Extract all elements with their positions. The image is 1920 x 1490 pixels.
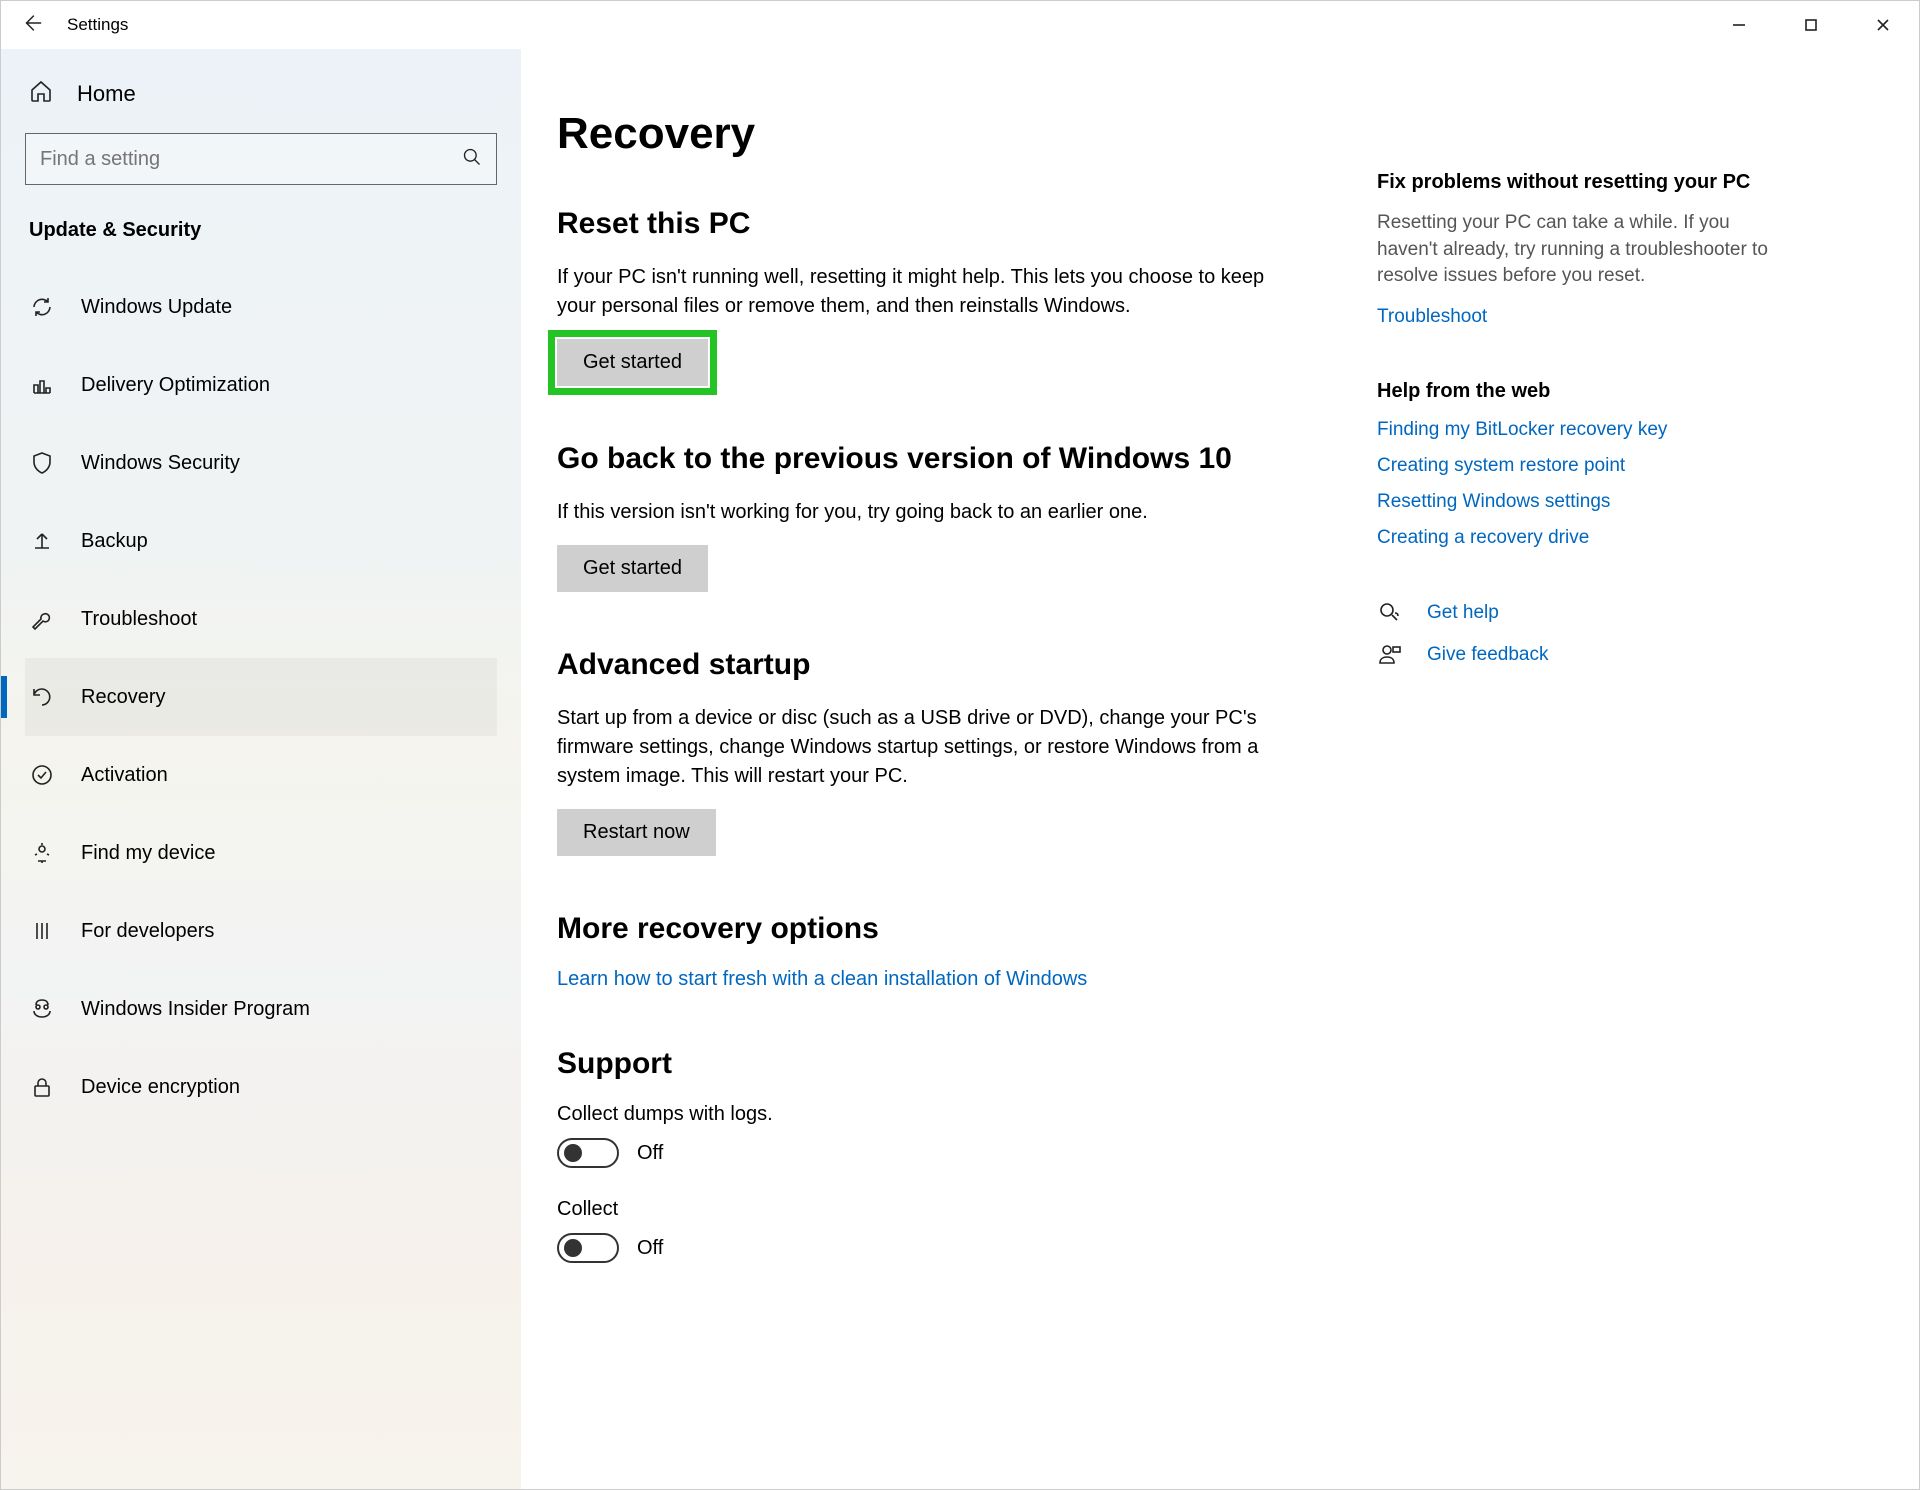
sidebar-item-label: Backup [81,530,148,553]
restart-now-button[interactable]: Restart now [557,809,716,856]
titlebar: Settings [1,1,1919,49]
sidebar-item-backup[interactable]: Backup [25,502,497,580]
aside: Fix problems without resetting your PC R… [1377,109,1777,1489]
more-link[interactable]: Learn how to start fresh with a clean in… [557,968,1087,991]
lock-icon [29,1075,55,1099]
help-icon [1377,601,1403,625]
sidebar-home[interactable]: Home [25,79,497,109]
fix-description: Resetting your PC can take a while. If y… [1377,210,1777,290]
sidebar-item-troubleshoot[interactable]: Troubleshoot [25,580,497,658]
back-icon[interactable] [21,12,43,38]
window-title: Settings [67,15,128,35]
dumps-toggle[interactable] [557,1138,619,1168]
sidebar-item-label: Windows Update [81,296,232,319]
goback-description: If this version isn't working for you, t… [557,498,1277,527]
sidebar-item-for-developers[interactable]: For developers [25,892,497,970]
sidebar-item-label: For developers [81,920,214,943]
goback-get-started-button[interactable]: Get started [557,545,708,592]
web-link-recovery-drive[interactable]: Creating a recovery drive [1377,527,1777,549]
collect-state: Off [637,1237,663,1260]
web-link-restore-point[interactable]: Creating system restore point [1377,455,1777,477]
sidebar-item-delivery-optimization[interactable]: Delivery Optimization [25,346,497,424]
backup-icon [29,529,55,553]
insider-icon [29,997,55,1021]
dumps-state: Off [637,1142,663,1165]
fix-heading: Fix problems without resetting your PC [1377,171,1777,194]
refresh-icon [29,295,55,319]
advanced-description: Start up from a device or disc (such as … [557,704,1277,791]
delivery-icon [29,373,55,397]
check-icon [29,763,55,787]
web-help-heading: Help from the web [1377,380,1777,403]
close-button[interactable] [1847,1,1919,49]
sidebar-item-windows-update[interactable]: Windows Update [25,268,497,346]
sidebar-item-recovery[interactable]: Recovery [25,658,497,736]
developers-icon [29,919,55,943]
sidebar-item-label: Windows Security [81,452,240,475]
sidebar-item-activation[interactable]: Activation [25,736,497,814]
recovery-icon [29,685,55,709]
reset-description: If your PC isn't running well, resetting… [557,263,1277,321]
wrench-icon [29,607,55,631]
sidebar-item-label: Device encryption [81,1076,240,1099]
feedback-icon [1377,643,1403,667]
collect-toggle[interactable] [557,1233,619,1263]
sidebar-item-windows-security[interactable]: Windows Security [25,424,497,502]
web-link-bitlocker[interactable]: Finding my BitLocker recovery key [1377,419,1777,441]
location-icon [29,841,55,865]
sidebar-item-label: Find my device [81,842,216,865]
sidebar-section-title: Update & Security [25,219,497,242]
reset-get-started-button[interactable]: Get started [557,339,708,386]
troubleshoot-link[interactable]: Troubleshoot [1377,306,1777,328]
get-help-link[interactable]: Get help [1427,602,1499,624]
sidebar-item-label: Troubleshoot [81,608,197,631]
search-box[interactable] [25,133,497,185]
search-input[interactable] [40,148,462,171]
maximize-button[interactable] [1775,1,1847,49]
more-heading: More recovery options [557,912,1287,946]
sidebar-item-label: Recovery [81,686,165,709]
minimize-button[interactable] [1703,1,1775,49]
home-icon [29,79,53,109]
give-feedback-link[interactable]: Give feedback [1427,644,1548,666]
goback-heading: Go back to the previous version of Windo… [557,442,1287,476]
search-icon [462,147,482,171]
shield-icon [29,451,55,475]
dumps-label: Collect dumps with logs. [557,1103,1287,1126]
sidebar-item-label: Activation [81,764,168,787]
sidebar-item-windows-insider[interactable]: Windows Insider Program [25,970,497,1048]
support-heading: Support [557,1047,1287,1081]
web-link-reset-settings[interactable]: Resetting Windows settings [1377,491,1777,513]
sidebar-item-device-encryption[interactable]: Device encryption [25,1048,497,1126]
advanced-heading: Advanced startup [557,648,1287,682]
sidebar: Home Update & Security Windows Update De… [1,49,521,1489]
sidebar-item-label: Windows Insider Program [81,998,310,1021]
sidebar-home-label: Home [77,81,136,107]
sidebar-item-label: Delivery Optimization [81,374,270,397]
reset-heading: Reset this PC [557,207,1287,241]
main-content: Recovery Reset this PC If your PC isn't … [557,109,1287,1489]
page-title: Recovery [557,109,1287,159]
sidebar-item-find-my-device[interactable]: Find my device [25,814,497,892]
collect-label: Collect [557,1198,1287,1221]
